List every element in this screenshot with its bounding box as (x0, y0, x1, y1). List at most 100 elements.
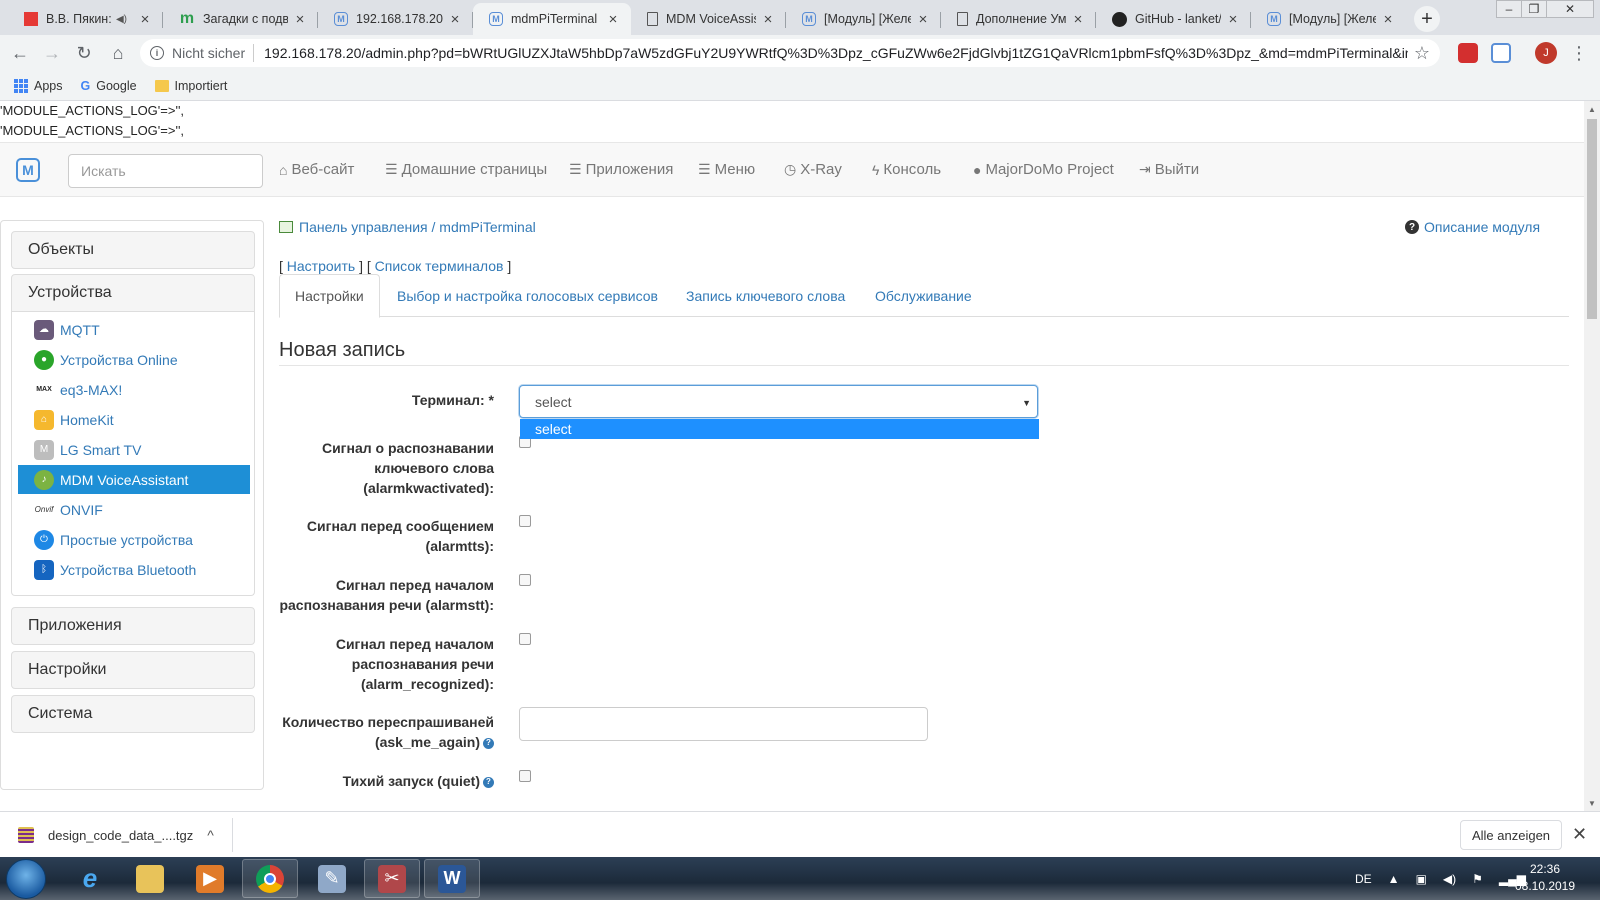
alarmstt-checkbox[interactable] (519, 574, 531, 586)
browser-tab[interactable]: m Загадки с подво × (163, 3, 318, 35)
quiet-checkbox[interactable] (519, 770, 531, 782)
download-item[interactable]: design_code_data_....tgz ^ (10, 818, 230, 852)
close-icon[interactable]: × (1380, 11, 1396, 28)
nav-link-home-pages[interactable]: ☰ Домашние страницы (385, 161, 547, 178)
browser-tab[interactable]: GitHub - lanket/ × (1096, 3, 1251, 35)
taskbar-tools[interactable]: ✎ (304, 859, 360, 898)
close-window-button[interactable]: ✕ (1546, 0, 1594, 18)
breadcrumb[interactable]: Панель управления / mdmPiTerminal (279, 219, 536, 235)
module-description-link[interactable]: ? Описание модуля (1405, 219, 1540, 235)
scroll-up-icon[interactable]: ▲ (1584, 101, 1600, 117)
tab-maintenance[interactable]: Обслуживание (860, 274, 987, 317)
close-icon[interactable]: ✕ (1572, 824, 1587, 845)
majordomo-extension-icon[interactable] (1491, 43, 1511, 63)
flag-icon[interactable]: ⚑ (1472, 872, 1483, 886)
sidebar-item-simple-devices[interactable]: ⏻ Простые устройства (18, 525, 250, 554)
nav-link-website[interactable]: ⌂ Веб-сайт (279, 161, 354, 178)
bookmark-apps[interactable]: Apps (14, 78, 63, 93)
question-icon[interactable]: ? (483, 776, 494, 788)
browser-tab[interactable]: Дополнение Ум × (941, 3, 1096, 35)
start-button[interactable] (6, 859, 46, 899)
bookmark-star-icon[interactable]: ☆ (1414, 43, 1430, 64)
sidebar-item-lg-smart-tv[interactable]: M LG Smart TV (18, 435, 250, 464)
browser-tab[interactable]: M [Модуль] [Желе × (786, 3, 941, 35)
back-icon[interactable]: ← (6, 39, 34, 67)
menu-icon[interactable]: ⋮ (1570, 43, 1588, 63)
bookmark-folder-importiert[interactable]: Importiert (154, 79, 227, 93)
sidebar-item-onvif[interactable]: Onvif ONVIF (18, 495, 250, 524)
taskbar-chrome[interactable] (242, 859, 298, 898)
system-clock[interactable]: 22:36 08.10.2019 (1510, 861, 1580, 895)
close-icon[interactable]: × (915, 11, 931, 28)
search-input[interactable] (68, 154, 263, 188)
browser-tab[interactable]: M [Модуль] [Желе × (1251, 3, 1406, 35)
sidebar-item-eq3-max[interactable]: MAX eq3-MAX! (18, 375, 250, 404)
address-bar[interactable]: i Nicht sicher 192.168.178.20/admin.php?… (140, 39, 1440, 67)
sidebar-item-mqtt[interactable]: ☁ MQTT (18, 315, 250, 344)
close-icon[interactable]: × (1070, 11, 1086, 28)
show-hidden-icons-icon[interactable]: ▲ (1388, 872, 1400, 886)
language-indicator[interactable]: DE (1355, 872, 1372, 886)
tab-voice-services[interactable]: Выбор и настройка голосовых сервисов (382, 274, 673, 317)
adblock-icon[interactable] (1458, 43, 1478, 63)
taskbar-snipping-tool[interactable]: ✂ (364, 859, 420, 898)
terminal-list-link[interactable]: Список терминалов (375, 258, 504, 274)
close-icon[interactable]: × (137, 11, 153, 28)
tab-settings[interactable]: Настройки (279, 274, 380, 318)
close-icon[interactable]: × (605, 11, 621, 28)
tab-keyword-recording[interactable]: Запись ключевого слова (671, 274, 860, 317)
terminal-dropdown-option[interactable]: select (520, 419, 1039, 439)
sidebar-item-mdm-voiceassistant[interactable]: ♪ MDM VoiceAssistant (18, 465, 250, 494)
alarmtts-checkbox[interactable] (519, 515, 531, 527)
sidebar-item-bluetooth[interactable]: ᛒ Устройства Bluetooth (18, 555, 250, 584)
browser-tab-active[interactable]: M mdmPiTerminal × (473, 3, 631, 35)
chevron-up-icon[interactable]: ^ (207, 827, 214, 843)
volume-icon[interactable]: ◀) (1443, 872, 1456, 886)
browser-tab[interactable]: В.В. Пякин: В ◀) × (8, 3, 163, 35)
device-icon[interactable]: ▣ (1416, 872, 1427, 886)
bookmark-google[interactable]: G Google (81, 79, 137, 93)
scroll-down-icon[interactable]: ▼ (1584, 795, 1600, 811)
question-icon[interactable]: ? (483, 737, 494, 749)
forward-icon[interactable]: → (38, 39, 66, 67)
maximize-button[interactable]: ❐ (1521, 0, 1547, 18)
nav-link-menu[interactable]: ☰ Меню (698, 161, 755, 178)
alarm-recognized-checkbox[interactable] (519, 633, 531, 645)
sidebar-item-online-devices[interactable]: ● Устройства Online (18, 345, 250, 374)
profile-avatar[interactable]: J (1535, 42, 1557, 64)
new-tab-button[interactable]: + (1414, 6, 1440, 32)
taskbar-explorer[interactable] (122, 859, 178, 898)
terminal-select[interactable]: select ▼ (519, 385, 1038, 418)
close-icon[interactable]: × (292, 11, 308, 28)
configure-link[interactable]: Настроить (287, 258, 355, 274)
scrollbar-thumb[interactable] (1587, 119, 1597, 319)
close-icon[interactable]: × (1225, 11, 1241, 28)
sidebar-section-objects[interactable]: Объекты (11, 231, 255, 269)
breadcrumb-text[interactable]: Панель управления / mdmPiTerminal (299, 219, 536, 235)
close-icon[interactable]: × (760, 11, 776, 28)
ask-me-again-input[interactable] (519, 707, 928, 741)
taskbar-word[interactable]: W (424, 859, 480, 898)
sidebar-section-system[interactable]: Система (11, 695, 255, 733)
nav-link-majordomo-project[interactable]: ● MajorDoMo Project (973, 161, 1114, 178)
taskbar-internet-explorer[interactable]: e (62, 859, 118, 898)
sidebar-section-apps[interactable]: Приложения (11, 607, 255, 645)
speaker-icon[interactable]: ◀) (116, 14, 127, 25)
page-scrollbar[interactable]: ▲ ▼ (1584, 101, 1600, 811)
sidebar-section-settings[interactable]: Настройки (11, 651, 255, 689)
nav-link-xray[interactable]: ◷ X-Ray (784, 161, 842, 178)
taskbar-media-player[interactable]: ▶ (182, 859, 238, 898)
nav-link-apps[interactable]: ☰ Приложения (569, 161, 673, 178)
majordomo-logo-icon[interactable]: M (16, 158, 40, 182)
home-icon[interactable]: ⌂ (104, 39, 132, 67)
browser-tab[interactable]: M 192.168.178.20 × (318, 3, 473, 35)
url-text[interactable]: 192.168.178.20/admin.php?pd=bWRtUGlUZXJt… (264, 45, 1408, 61)
sidebar-item-homekit[interactable]: ⌂ HomeKit (18, 405, 250, 434)
minimize-button[interactable]: – (1496, 0, 1522, 18)
reload-icon[interactable]: ↻ (70, 39, 98, 67)
show-all-downloads-button[interactable]: Alle anzeigen (1460, 820, 1562, 850)
browser-tab[interactable]: MDM VoiceAssis × (631, 3, 786, 35)
close-icon[interactable]: × (447, 11, 463, 28)
nav-link-console[interactable]: ϟ Консоль (872, 161, 941, 178)
nav-link-logout[interactable]: ⇥ Выйти (1139, 161, 1199, 178)
